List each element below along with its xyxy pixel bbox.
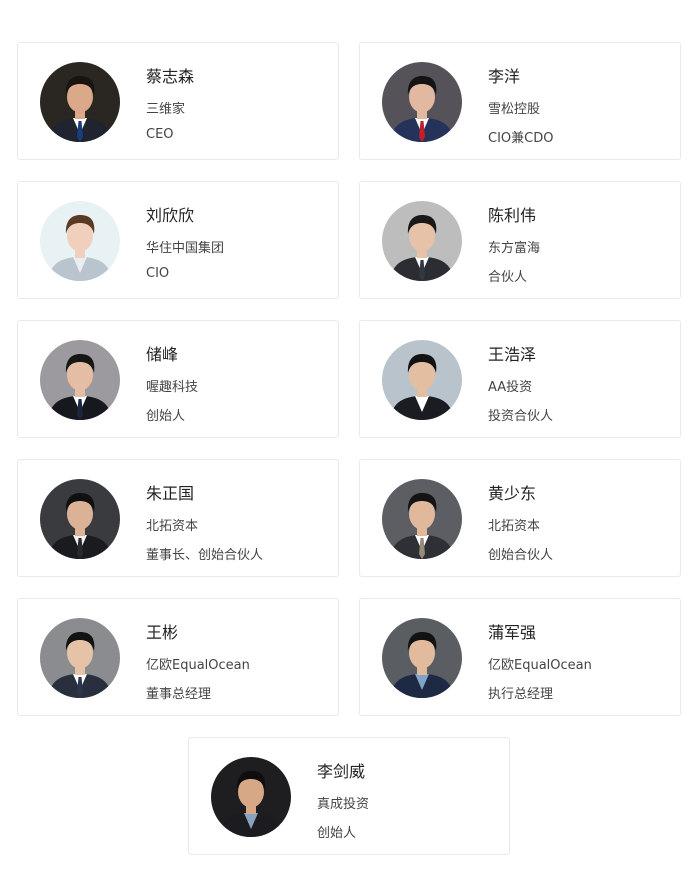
speaker-title: 董事总经理 [146, 687, 212, 702]
speaker-card[interactable]: 蒲军强 亿欧EqualOcean 执行总经理 [359, 598, 681, 716]
speaker-name: 储峰 [146, 345, 179, 364]
speaker-title: 创始合伙人 [488, 548, 554, 563]
avatar [40, 618, 120, 698]
speaker-name: 李洋 [488, 67, 521, 86]
avatar [211, 757, 291, 837]
portrait-image [382, 62, 462, 142]
speaker-name: 陈利伟 [488, 206, 537, 225]
avatar [40, 340, 120, 420]
speaker-card[interactable]: 李剑威 真成投资 创始人 [188, 737, 510, 855]
avatar [40, 201, 120, 281]
portrait-image [40, 618, 120, 698]
speaker-title: 创始人 [317, 826, 357, 841]
speaker-name: 蒲军强 [488, 623, 537, 642]
speaker-company: 真成投资 [317, 797, 370, 812]
speaker-company: 亿欧EqualOcean [146, 658, 250, 673]
speaker-name: 李剑威 [317, 762, 366, 781]
portrait-image [211, 757, 291, 837]
speaker-company: 东方富海 [488, 241, 541, 256]
speaker-title: CIO兼CDO [488, 131, 554, 146]
portrait-image [382, 340, 462, 420]
speaker-company: 三维家 [146, 102, 186, 117]
speaker-card[interactable]: 李洋 雪松控股 CIO兼CDO [359, 42, 681, 160]
avatar [382, 201, 462, 281]
speaker-title: 执行总经理 [488, 687, 554, 702]
speaker-company: 北拓资本 [488, 519, 541, 534]
avatar [40, 479, 120, 559]
speaker-title: 投资合伙人 [488, 409, 554, 424]
speaker-card[interactable]: 王彬 亿欧EqualOcean 董事总经理 [17, 598, 339, 716]
portrait-image [382, 618, 462, 698]
speaker-card[interactable]: 蔡志森 三维家 CEO [17, 42, 339, 160]
speaker-title: 创始人 [146, 409, 186, 424]
speaker-card[interactable]: 黄少东 北拓资本 创始合伙人 [359, 459, 681, 577]
avatar [382, 62, 462, 142]
speaker-card[interactable]: 王浩泽 AA投资 投资合伙人 [359, 320, 681, 438]
avatar [40, 62, 120, 142]
portrait-image [40, 340, 120, 420]
speaker-grid: 蔡志森 三维家 CEO 李洋 雪松控股 CIO兼CDO 刘欣欣 华住中国集团 C… [0, 0, 696, 888]
speaker-card[interactable]: 刘欣欣 华住中国集团 CIO [17, 181, 339, 299]
portrait-image [382, 201, 462, 281]
speaker-company: 华住中国集团 [146, 241, 225, 256]
speaker-title: 合伙人 [488, 270, 528, 285]
speaker-title: CIO [146, 266, 170, 281]
portrait-image [382, 479, 462, 559]
speaker-company: 亿欧EqualOcean [488, 658, 592, 673]
speaker-card[interactable]: 朱正国 北拓资本 董事长、创始合伙人 [17, 459, 339, 577]
portrait-image [40, 62, 120, 142]
avatar [382, 618, 462, 698]
speaker-name: 刘欣欣 [146, 206, 195, 225]
speaker-card[interactable]: 陈利伟 东方富海 合伙人 [359, 181, 681, 299]
speaker-company: 雪松控股 [488, 102, 541, 117]
speaker-company: 北拓资本 [146, 519, 199, 534]
speaker-name: 蔡志森 [146, 67, 195, 86]
speaker-title: 董事长、创始合伙人 [146, 548, 264, 563]
speaker-company: AA投资 [488, 380, 533, 395]
speaker-name: 朱正国 [146, 484, 195, 503]
portrait-image [40, 479, 120, 559]
speaker-company: 喔趣科技 [146, 380, 199, 395]
avatar [382, 479, 462, 559]
speaker-name: 王浩泽 [488, 345, 537, 364]
speaker-name: 黄少东 [488, 484, 537, 503]
speaker-title: CEO [146, 127, 174, 142]
speaker-card[interactable]: 储峰 喔趣科技 创始人 [17, 320, 339, 438]
speaker-name: 王彬 [146, 623, 179, 642]
portrait-image [40, 201, 120, 281]
avatar [382, 340, 462, 420]
